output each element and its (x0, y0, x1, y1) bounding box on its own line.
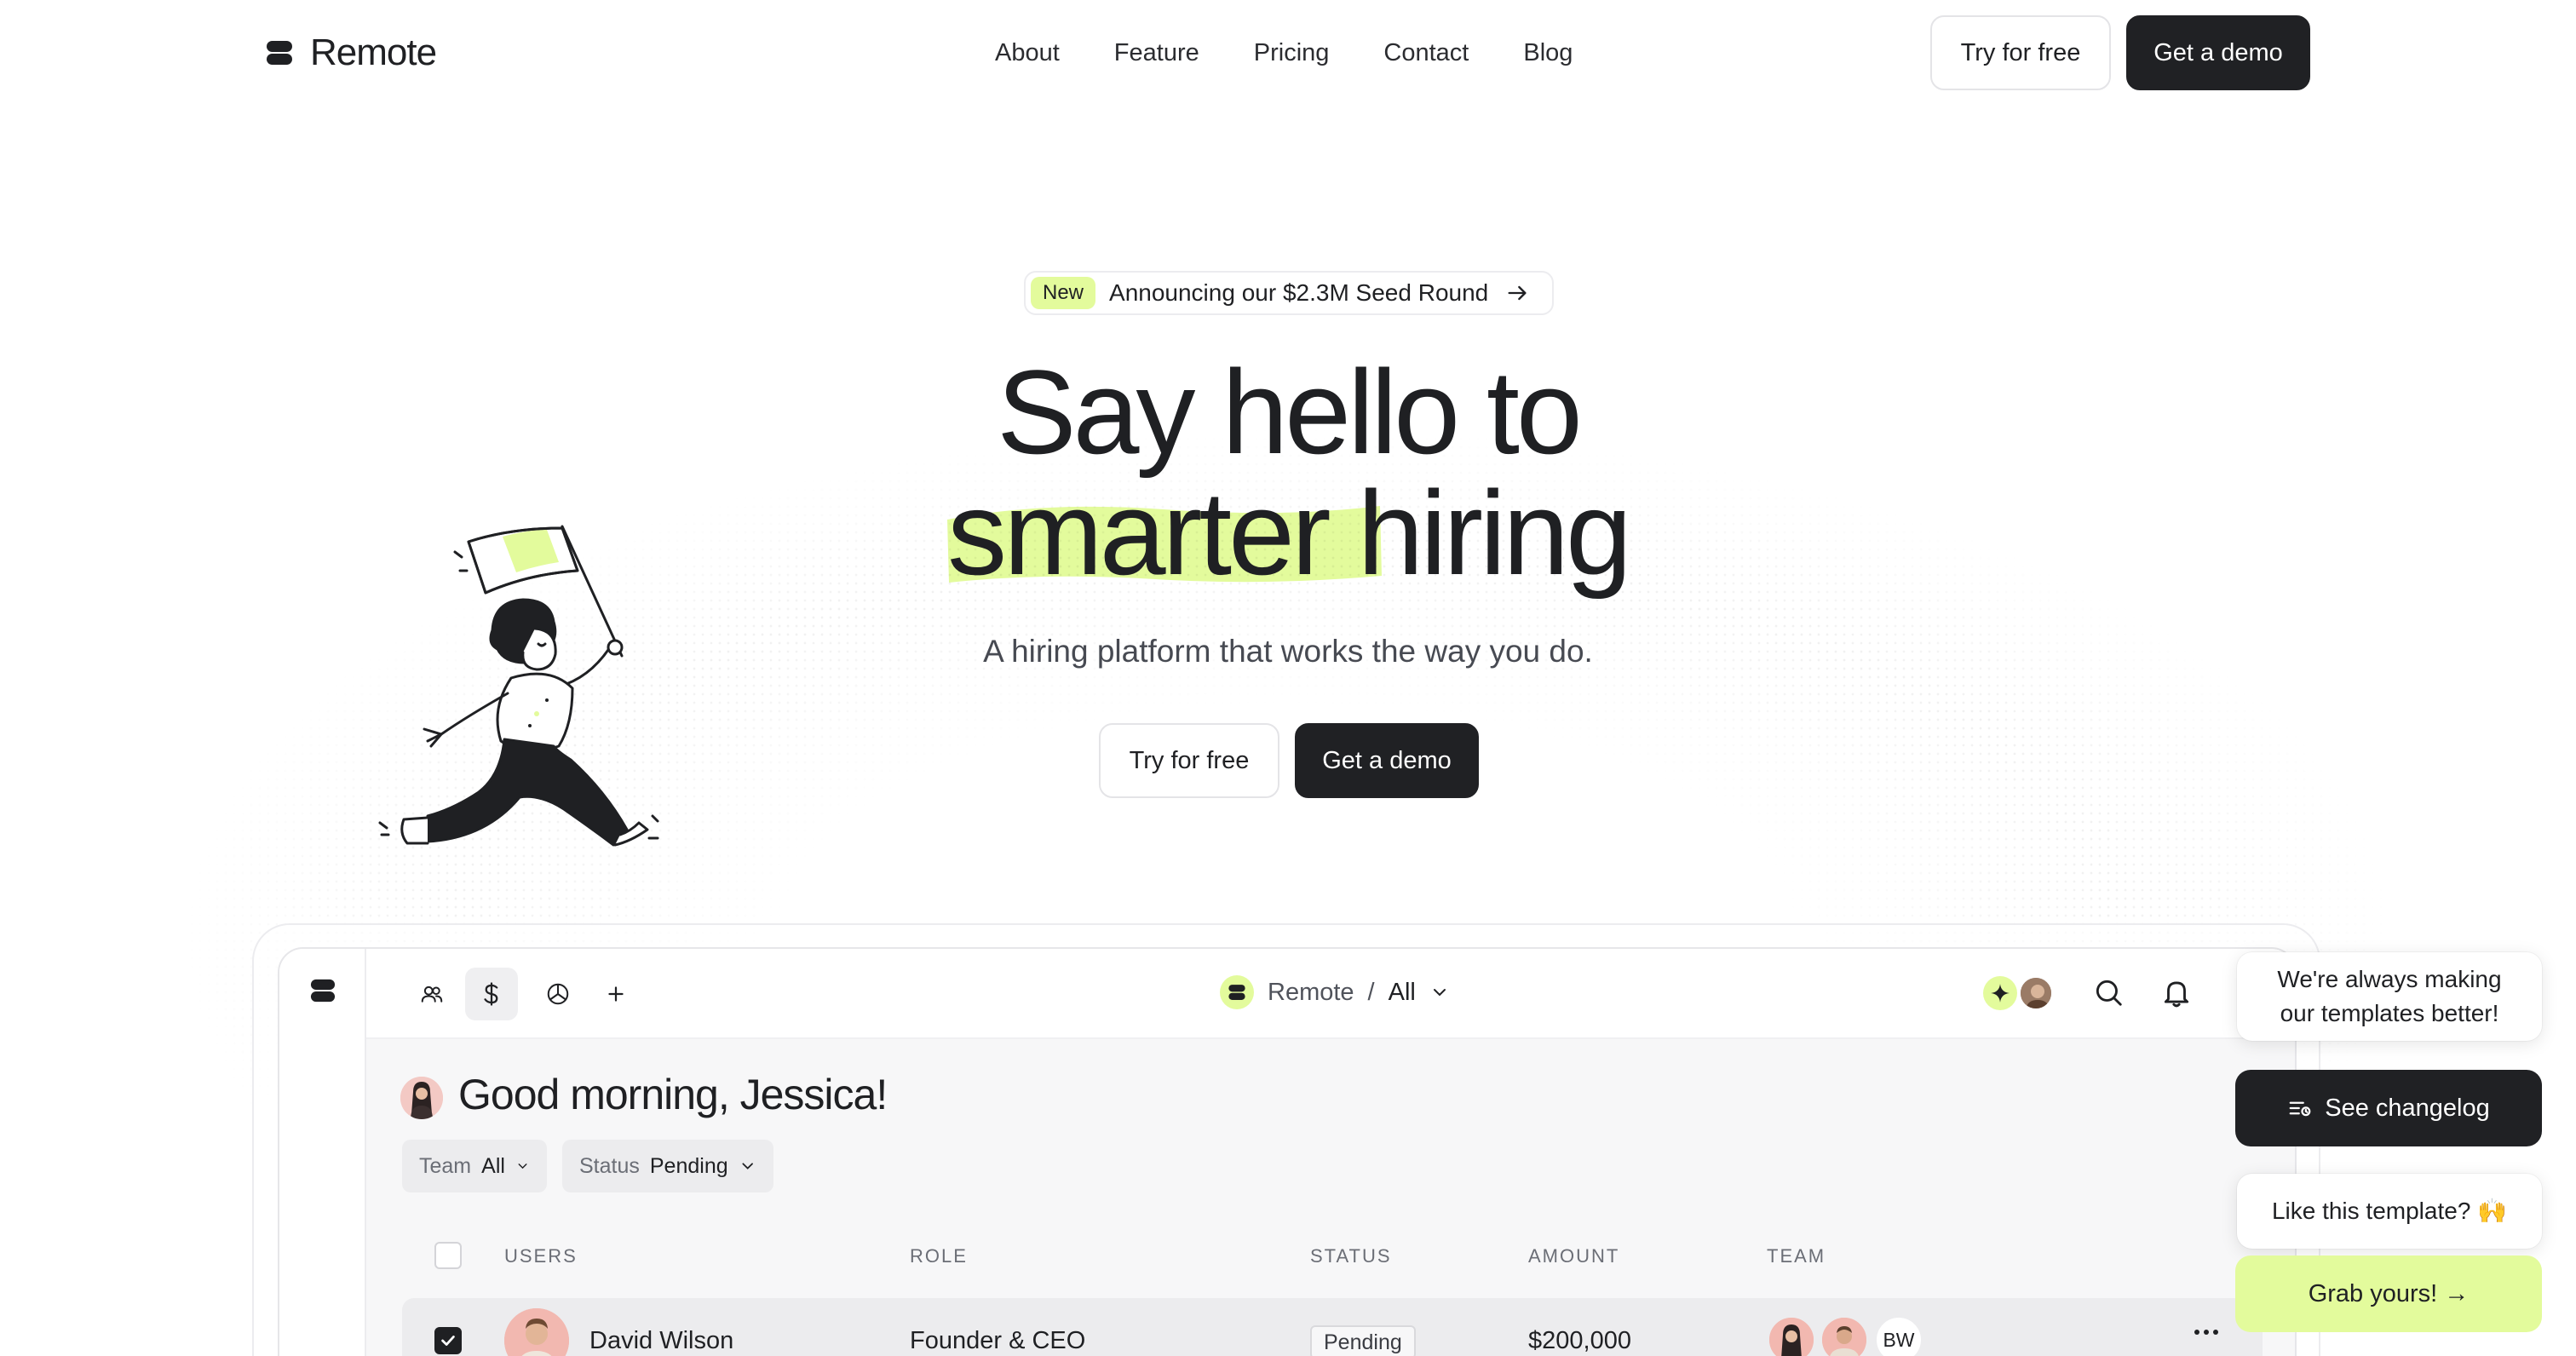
user-avatar[interactable] (2019, 976, 2053, 1010)
nav-links: About Feature Pricing Contact Blog (995, 34, 1600, 72)
notifications-button[interactable] (2157, 973, 2196, 1012)
see-changelog-button[interactable]: See changelog (2235, 1070, 2542, 1146)
hero-get-demo-button[interactable]: Get a demo (1295, 723, 1479, 798)
scope-selector[interactable]: All (1389, 979, 1416, 1007)
remote-logo-icon[interactable] (310, 978, 336, 1003)
greeting-avatar (400, 1077, 443, 1119)
tool-payments[interactable] (465, 968, 518, 1020)
nav-get-demo-button[interactable]: Get a demo (2126, 15, 2310, 90)
remote-logo-icon (267, 41, 292, 65)
workspace-logo-icon (1220, 975, 1254, 1009)
user-role: Founder & CEO (910, 1327, 1086, 1354)
nav-try-for-free-button[interactable]: Try for free (1930, 15, 2111, 90)
dollar-icon (484, 982, 498, 1006)
brand-name: Remote (310, 32, 437, 73)
announcement-text: Announcing our $2.3M Seed Round (1109, 279, 1489, 306)
filter-label: Status (579, 1153, 640, 1178)
announcement-badge[interactable]: New Announcing our $2.3M Seed Round (1024, 271, 1554, 315)
users-icon (421, 985, 443, 1003)
nav-link-pricing[interactable]: Pricing (1227, 34, 1357, 72)
column-header-role[interactable]: ROLE (910, 1245, 968, 1267)
greeting-heading: Good morning, Jessica! (458, 1071, 888, 1118)
column-header-team[interactable]: TEAM (1767, 1245, 1826, 1267)
status-badge: Pending (1310, 1325, 1416, 1356)
row-more-options-icon[interactable] (2186, 1312, 2227, 1353)
hero-title-rest: hiring (1327, 466, 1631, 600)
checkmark-icon (441, 1336, 455, 1346)
select-all-checkbox[interactable] (434, 1242, 462, 1269)
pie-chart-icon (547, 983, 569, 1005)
column-header-users[interactable]: USERS (504, 1245, 578, 1267)
new-tag: New (1031, 277, 1096, 309)
search-icon (2096, 980, 2122, 1006)
column-header-amount[interactable]: AMOUNT (1528, 1245, 1619, 1267)
brand-logo[interactable]: Remote (266, 27, 437, 78)
nav-link-feature[interactable]: Feature (1087, 34, 1227, 72)
hero-try-for-free-button[interactable]: Try for free (1099, 723, 1279, 798)
template-update-message: We're always making our templates better… (2237, 952, 2542, 1041)
bell-icon (2164, 981, 2189, 1008)
sparkle-icon[interactable] (1983, 976, 2017, 1010)
column-header-status[interactable]: STATUS (1310, 1245, 1392, 1267)
app-sidebar-rail (279, 949, 366, 1356)
filter-value: All (481, 1153, 505, 1178)
highlight-word: smarter (947, 474, 1383, 593)
grab-template-button[interactable]: Grab yours! → (2235, 1255, 2542, 1332)
like-template-message: Like this template? 🙌 (2237, 1174, 2542, 1249)
chevron-down-icon (1433, 989, 1446, 997)
changelog-list-icon (2289, 1101, 2311, 1117)
nav-link-contact[interactable]: Contact (1356, 34, 1496, 72)
workspace-breadcrumb[interactable]: Remote / All (1220, 973, 1450, 1012)
hero-title-line1: Say hello to (997, 345, 1583, 479)
chevron-down-icon (518, 1164, 527, 1169)
filter-label: Team (419, 1153, 472, 1178)
filter-value: Pending (649, 1153, 728, 1178)
row-checkbox[interactable] (434, 1327, 462, 1354)
plus-icon (608, 986, 624, 1002)
workspace-name: Remote (1268, 978, 1354, 1006)
chevron-down-icon (742, 1163, 753, 1169)
nav-link-blog[interactable]: Blog (1496, 34, 1600, 72)
nav-link-about[interactable]: About (995, 34, 1087, 72)
user-name: David Wilson (589, 1327, 734, 1354)
tool-users[interactable] (405, 968, 458, 1020)
status-filter[interactable]: Status Pending (562, 1140, 773, 1192)
user-amount: $200,000 (1528, 1327, 1631, 1354)
tool-add[interactable] (589, 968, 642, 1020)
tool-analytics[interactable] (532, 968, 584, 1020)
team-filter[interactable]: Team All (402, 1140, 547, 1192)
running-person-with-flag-illustration (378, 525, 659, 847)
arrow-right-icon (1508, 285, 1527, 301)
search-button[interactable] (2089, 973, 2128, 1012)
breadcrumb-separator: / (1367, 978, 1375, 1006)
top-navigation: Remote About Feature Pricing Contact Blo… (0, 0, 2576, 106)
